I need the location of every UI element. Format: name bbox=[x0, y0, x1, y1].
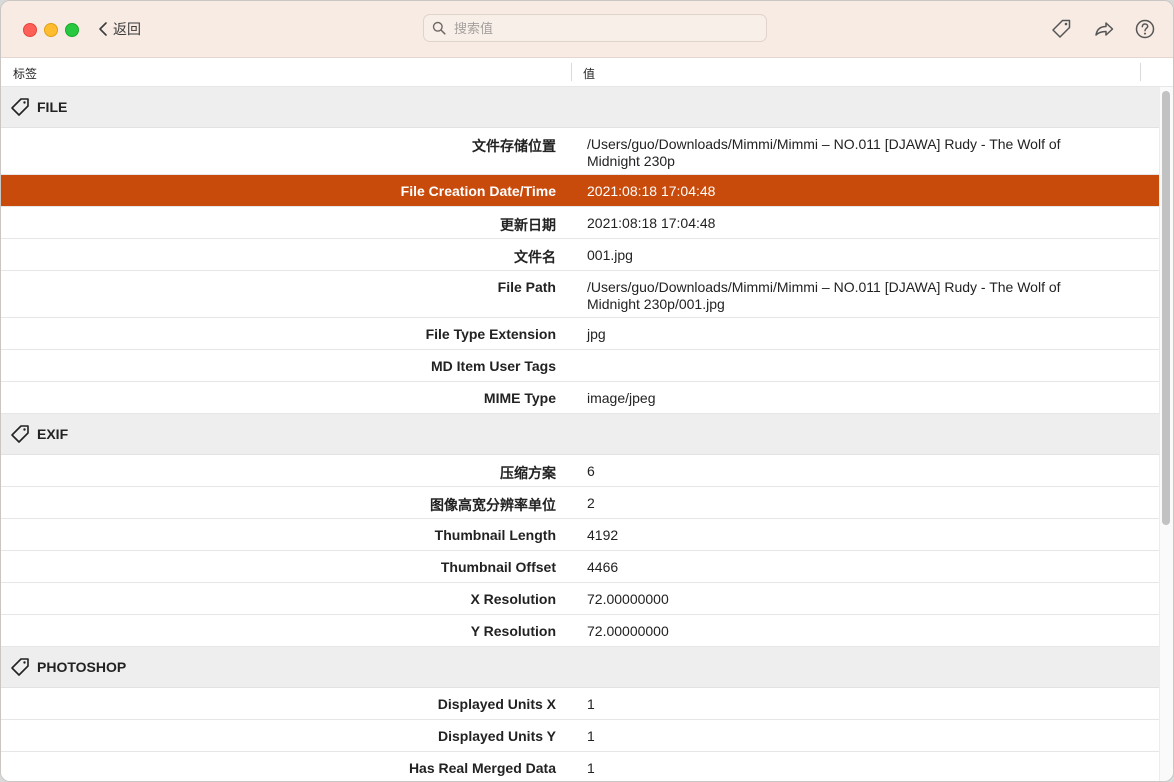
row-key: 文件存储位置 bbox=[472, 138, 556, 154]
minimize-window-button[interactable] bbox=[44, 23, 58, 37]
row-key: 更新日期 bbox=[500, 217, 556, 233]
row-key: File Type Extension bbox=[425, 326, 556, 342]
table-row[interactable]: Thumbnail Length 4192 bbox=[1, 519, 1159, 551]
row-value: 4466 bbox=[587, 559, 619, 575]
row-key: File Path bbox=[497, 279, 556, 295]
row-value: 2021:08:18 17:04:48 bbox=[587, 215, 716, 231]
row-value: 1 bbox=[587, 728, 595, 744]
row-key: Has Real Merged Data bbox=[408, 760, 556, 776]
column-header-label[interactable]: 标签 bbox=[13, 65, 37, 82]
table-row[interactable]: File Path /Users/guo/Downloads/Mimmi/Mim… bbox=[1, 271, 1159, 318]
row-key: Displayed Units Y bbox=[437, 728, 556, 744]
table-row[interactable]: Thumbnail Offset 4466 bbox=[1, 551, 1159, 583]
section-title: FILE bbox=[37, 99, 68, 115]
table-row[interactable]: 文件存储位置 /Users/guo/Downloads/Mimmi/Mimmi … bbox=[1, 128, 1159, 175]
share-button[interactable] bbox=[1093, 18, 1115, 40]
row-key: X Resolution bbox=[470, 591, 556, 607]
table-row[interactable]: 文件名 001.jpg bbox=[1, 239, 1159, 271]
row-key: Displayed Units X bbox=[437, 696, 556, 712]
row-value: 2021:08:18 17:04:48 bbox=[587, 183, 716, 199]
row-value: 6 bbox=[587, 463, 595, 479]
table-row[interactable]: MD Item User Tags bbox=[1, 350, 1159, 382]
tag-icon bbox=[11, 98, 29, 116]
table-row[interactable]: Displayed Units X 1 bbox=[1, 688, 1159, 720]
row-value: /Users/guo/Downloads/Mimmi/Mimmi – NO.01… bbox=[587, 136, 1061, 169]
tag-icon bbox=[1052, 19, 1071, 38]
row-key: Thumbnail Length bbox=[434, 527, 556, 543]
row-value: 1 bbox=[587, 760, 595, 776]
tag-button[interactable] bbox=[1050, 18, 1072, 40]
table-row[interactable]: MIME Type image/jpeg bbox=[1, 382, 1159, 414]
table-row[interactable]: 更新日期 2021:08:18 17:04:48 bbox=[1, 207, 1159, 239]
section-title: PHOTOSHOP bbox=[37, 659, 127, 675]
titlebar: 返回 bbox=[1, 1, 1173, 58]
row-value: 72.00000000 bbox=[587, 623, 669, 639]
table-row-selected[interactable]: File Creation Date/Time 2021:08:18 17:04… bbox=[1, 175, 1159, 207]
scrollbar-thumb[interactable] bbox=[1162, 91, 1170, 525]
table-row[interactable]: Y Resolution 72.00000000 bbox=[1, 615, 1159, 647]
help-button[interactable] bbox=[1134, 18, 1156, 40]
search-input[interactable] bbox=[452, 19, 756, 37]
row-key: MD Item User Tags bbox=[431, 358, 556, 374]
row-key: 图像高宽分辨率单位 bbox=[430, 497, 556, 513]
table-row[interactable]: File Type Extension jpg bbox=[1, 318, 1159, 350]
column-divider[interactable] bbox=[571, 63, 572, 81]
row-value: 2 bbox=[587, 495, 595, 511]
column-header: 标签 值 bbox=[1, 58, 1173, 87]
row-key: MIME Type bbox=[483, 390, 556, 406]
zoom-window-button[interactable] bbox=[65, 23, 79, 37]
section-title: EXIF bbox=[37, 426, 69, 442]
column-header-value[interactable]: 值 bbox=[583, 65, 595, 82]
close-window-button[interactable] bbox=[23, 23, 37, 37]
chevron-left-icon bbox=[99, 22, 107, 36]
row-value: 1 bbox=[587, 696, 595, 712]
app-window: 返回 标签 bbox=[0, 0, 1174, 782]
section-header-photoshop[interactable]: PHOTOSHOP bbox=[1, 647, 1159, 688]
tag-icon bbox=[11, 425, 29, 443]
row-key: Y Resolution bbox=[470, 623, 556, 639]
row-key: 文件名 bbox=[514, 249, 556, 265]
row-value: jpg bbox=[587, 326, 606, 342]
row-value: 72.00000000 bbox=[587, 591, 669, 607]
row-value: image/jpeg bbox=[587, 390, 656, 406]
back-button[interactable]: 返回 bbox=[97, 17, 141, 41]
row-key: Thumbnail Offset bbox=[440, 559, 556, 575]
table-row[interactable]: Has Real Merged Data 1 bbox=[1, 752, 1159, 781]
column-divider[interactable] bbox=[1140, 63, 1141, 81]
search-field[interactable] bbox=[423, 14, 767, 42]
tag-icon bbox=[11, 658, 29, 676]
row-value: 001.jpg bbox=[587, 247, 633, 263]
help-icon bbox=[1135, 19, 1155, 39]
table-row[interactable]: X Resolution 72.00000000 bbox=[1, 583, 1159, 615]
row-key: 压缩方案 bbox=[500, 465, 556, 481]
share-icon bbox=[1095, 22, 1114, 36]
back-label: 返回 bbox=[113, 21, 141, 37]
row-key: File Creation Date/Time bbox=[400, 183, 556, 199]
section-header-exif[interactable]: EXIF bbox=[1, 414, 1159, 455]
search-icon bbox=[432, 21, 446, 35]
table-row[interactable]: Displayed Units Y 1 bbox=[1, 720, 1159, 752]
table-row[interactable]: 图像高宽分辨率单位 2 bbox=[1, 487, 1159, 519]
section-header-file[interactable]: FILE bbox=[1, 87, 1159, 128]
table-row[interactable]: 压缩方案 6 bbox=[1, 455, 1159, 487]
metadata-table: FILE 文件存储位置 /Users/guo/Downloads/Mimmi/M… bbox=[1, 87, 1159, 781]
row-value: /Users/guo/Downloads/Mimmi/Mimmi – NO.01… bbox=[587, 279, 1061, 312]
row-value: 4192 bbox=[587, 527, 619, 543]
